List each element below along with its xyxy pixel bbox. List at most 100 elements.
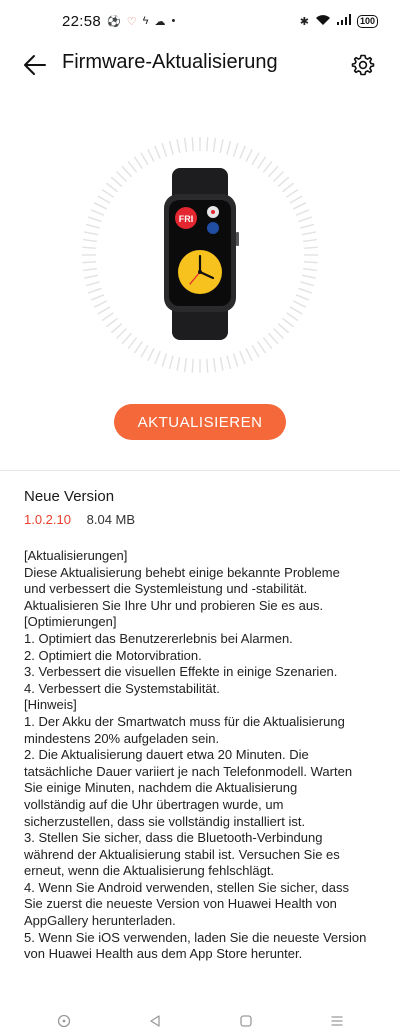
progress-tick [140,152,149,166]
progress-tick [127,337,138,350]
release-note-line: vollständig auf die Uhr übertragen wurde… [24,796,284,812]
progress-tick [262,160,273,173]
progress-tick [133,341,143,354]
release-note-line: [Aktualisierungen] [24,548,128,563]
release-note-line: 3. Verbessert die visuellen Effekte in e… [24,664,338,680]
release-note-line: während der Aktualisierung stabil ist. V… [24,846,340,862]
progress-tick [295,209,310,216]
progress-tick [268,165,279,178]
progress-tick [85,281,100,287]
signal-icon [336,14,351,28]
release-note-line: 3. Stellen Sie sicher, dass die Bluetoot… [24,830,323,846]
device-hero: FRI [0,120,400,390]
progress-tick [110,176,123,187]
gear-icon [351,54,375,76]
battery-icon: 100 [356,14,378,28]
progress-tick [116,171,127,182]
progress-tick [154,145,161,160]
progress-tick [105,317,118,328]
progress-tick [176,356,181,371]
progress-tick [90,294,105,301]
progress-tick [292,202,307,210]
version-line: 1.0.2.10 8.04 MB [24,512,135,527]
progress-tick [257,156,267,169]
progress-tick [277,176,290,187]
back-button[interactable] [20,50,50,80]
settings-button[interactable] [348,50,378,80]
nav-recents-button[interactable] [325,1010,349,1032]
progress-tick [273,328,284,339]
progress-tick [88,216,102,223]
menu-lines-icon [330,1016,343,1026]
new-version-heading: Neue Version [24,488,115,505]
progress-tick [289,195,303,204]
progress-tick [301,274,316,279]
app-bar: Firmware-Aktualisierung [0,42,400,86]
divider [0,470,400,471]
nav-home-button[interactable] [234,1010,258,1032]
progress-tick [212,137,217,152]
progress-tick [268,332,279,345]
arrow-left-icon [24,55,46,75]
progress-tick [303,261,318,264]
version-size: 8.04 MB [86,512,136,527]
release-note-line: 1. Der Akku der Smartwatch muss für die … [24,713,345,729]
progress-tick [176,139,181,154]
progress-tick [273,171,284,182]
progress-tick [251,344,260,358]
progress-tick [232,143,239,157]
release-note-line: mindestens 20% aufgeladen sein. [24,730,220,746]
progress-tick [206,358,209,373]
release-note-line: von Huawei Health aus dem App Store heru… [24,946,303,962]
progress-tick [84,231,99,236]
progress-tick [245,347,253,362]
release-note-line: Sie zuerst die neueste Version von Huawe… [24,896,337,912]
progress-tick [168,355,174,370]
progress-tick [219,139,224,154]
progress-tick [97,306,111,315]
progress-tick [101,312,114,322]
release-note-line: und verbessert die Systemleistung und -s… [24,581,308,597]
progress-tick [298,287,312,294]
update-button[interactable]: AKTUALISIEREN [114,404,286,440]
more-dot-icon: • [171,15,176,27]
progress-tick [85,223,100,229]
bluetooth-icon: ✱ [299,15,309,28]
progress-tick [226,140,232,155]
release-note-line: 4. Wenn Sie Android verwenden, stellen S… [24,879,349,895]
progress-tick [154,350,161,365]
progress-tick [206,137,209,152]
progress-tick [121,165,132,178]
release-note-line: tatsächliche Dauer variiert je nach Tele… [24,763,353,779]
progress-tick [84,274,99,279]
watch-illustration: FRI [82,137,318,373]
status-bar: 22:58 ⚽ ♡ ϟ ☁ • ✱ 100 [0,0,400,42]
app-notification-icon: ☁ [154,15,166,28]
progress-tick [191,137,194,152]
status-right: ✱ 100 [300,14,378,29]
progress-tick [303,246,318,249]
progress-tick [301,231,316,236]
triangle-back-icon [149,1015,160,1027]
progress-tick [257,341,267,354]
progress-tick [292,300,307,308]
nav-back-button[interactable] [143,1010,167,1032]
progress-tick [90,209,105,216]
progress-tick [219,356,224,371]
progress-tick [245,148,253,163]
release-note-line: 1. Optimiert das Benutzererlebnis bei Al… [24,630,293,646]
activity-icon: ϟ [142,15,149,27]
progress-tick [121,332,132,345]
progress-tick [295,294,310,301]
progress-tick [191,358,194,373]
assistant-button[interactable] [52,1010,76,1032]
release-note-line: erneut, wenn die Aktualisierung fehlschl… [24,863,275,879]
progress-tick [289,306,303,315]
progress-tick [147,347,155,362]
progress-tick [262,337,273,350]
progress-tick [101,188,114,198]
progress-tick [251,152,260,166]
progress-tick [232,353,239,367]
progress-tick [147,148,155,163]
progress-tick [168,140,174,155]
